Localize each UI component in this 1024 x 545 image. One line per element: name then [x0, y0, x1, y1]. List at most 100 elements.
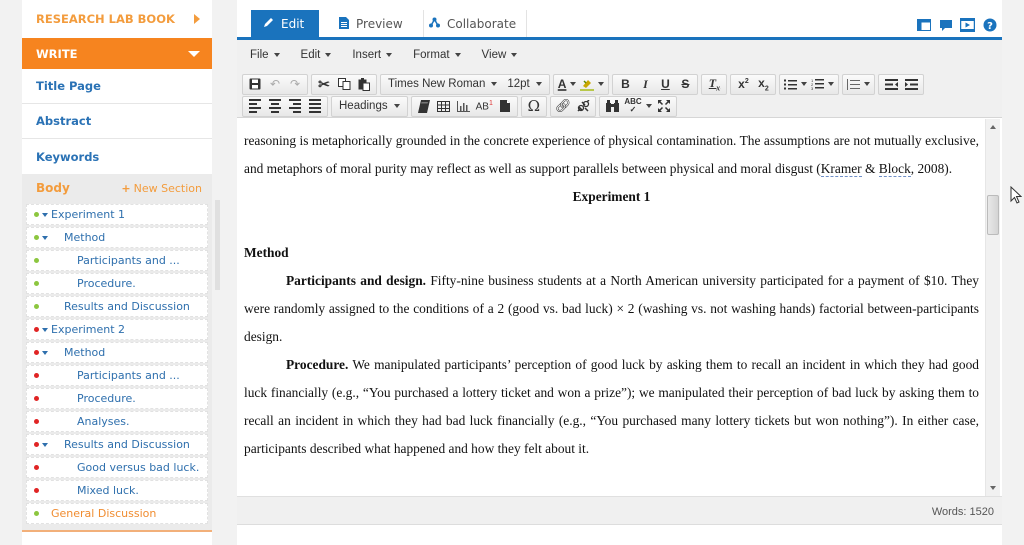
font-size-select[interactable]: 12pt: [502, 75, 546, 94]
scroll-down-icon[interactable]: [990, 486, 996, 490]
fullscreen-button[interactable]: [654, 97, 674, 116]
cut-button[interactable]: ✂: [314, 75, 334, 94]
chevron-down-icon: [188, 50, 200, 57]
outline-item[interactable]: Good versus bad luck.: [26, 457, 208, 478]
align-right-button[interactable]: [285, 97, 305, 116]
align-center-button[interactable]: [265, 97, 285, 116]
unlink-button[interactable]: [573, 97, 593, 116]
highlight-color-button[interactable]: [578, 75, 606, 94]
numbered-list-button[interactable]: 123: [809, 75, 836, 94]
insert-chart-button[interactable]: [454, 97, 474, 116]
heading-experiment-1: Experiment 1: [572, 189, 651, 204]
indent-button[interactable]: [901, 75, 921, 94]
special-character-button[interactable]: Ω: [524, 97, 544, 116]
outline-item[interactable]: Procedure.: [26, 388, 208, 409]
scrollbar-thumb[interactable]: [987, 195, 999, 235]
paste-button[interactable]: [354, 75, 374, 94]
caret-down-icon: [645, 104, 652, 108]
editor-panel: Edit Preview Collaborate ? File Edit Ins…: [237, 0, 1002, 545]
pencil-icon: [263, 17, 274, 31]
write-section-header[interactable]: WRITE: [22, 38, 212, 69]
menu-format[interactable]: Format: [413, 49, 461, 61]
bullet-list-button[interactable]: [782, 75, 809, 94]
menu-view[interactable]: View: [482, 49, 518, 61]
formatting-toolbar: ↶ ↷ ✂ Times New Roman 12pt A B I U S Tx …: [237, 70, 1002, 118]
caret-down-icon: [864, 82, 871, 86]
outline-item[interactable]: Analyses.: [26, 411, 208, 432]
document-scrollbar[interactable]: [985, 119, 1000, 496]
sidebar-scrollbar[interactable]: [215, 200, 220, 290]
spellcheck-button[interactable]: ABC ✓: [622, 97, 653, 116]
insert-footnote-button[interactable]: AB1: [474, 97, 495, 116]
tab-preview[interactable]: Preview: [327, 10, 415, 38]
sidebar-item-title-page[interactable]: Title Page: [22, 69, 212, 104]
italic-button[interactable]: I: [635, 75, 655, 94]
status-dot-green-icon: [34, 235, 39, 240]
status-dot-red-icon: [34, 488, 39, 493]
outline-item[interactable]: Experiment 2: [26, 319, 208, 340]
video-icon[interactable]: [960, 18, 975, 32]
undo-button[interactable]: ↶: [265, 75, 285, 94]
subscript-button[interactable]: x2: [753, 75, 773, 94]
comment-icon[interactable]: [938, 18, 953, 32]
menu-insert[interactable]: Insert: [352, 49, 393, 61]
expand-caret-icon[interactable]: [42, 328, 48, 332]
expand-caret-icon[interactable]: [42, 443, 48, 447]
outline-item[interactable]: Results and Discussion: [26, 296, 208, 317]
insert-link-button[interactable]: 🔗︎: [553, 97, 574, 116]
scroll-up-icon[interactable]: [990, 125, 996, 129]
redo-button[interactable]: ↷: [285, 75, 305, 94]
outline-item[interactable]: Experiment 1: [26, 204, 208, 225]
outline-item-label: Participants and ...: [77, 254, 180, 267]
tab-edit[interactable]: Edit: [251, 10, 319, 38]
outline-item[interactable]: Mixed luck.: [26, 480, 208, 501]
headings-select[interactable]: Headings: [334, 97, 405, 116]
find-replace-button[interactable]: [602, 97, 622, 116]
status-dot-red-icon: [34, 373, 39, 378]
save-button[interactable]: [245, 75, 265, 94]
paragraph-procedure: Procedure. We manipulated participants’ …: [244, 351, 979, 463]
text-color-button[interactable]: A: [556, 75, 579, 94]
font-family-select[interactable]: Times New Roman: [383, 75, 502, 94]
underline-button[interactable]: U: [655, 75, 675, 94]
align-justify-button[interactable]: [305, 97, 325, 116]
citation-author-1[interactable]: Kramer: [820, 161, 862, 177]
align-left-button[interactable]: [245, 97, 265, 116]
clear-formatting-button[interactable]: Tx: [704, 75, 724, 94]
sidebar-item-abstract[interactable]: Abstract: [22, 104, 212, 139]
research-lab-book-link[interactable]: RESEARCH LAB BOOK: [22, 0, 212, 38]
copy-button[interactable]: [334, 75, 354, 94]
insert-table-button[interactable]: [434, 97, 454, 116]
strikethrough-icon: S: [681, 77, 690, 91]
body-label[interactable]: Body: [36, 181, 70, 195]
menu-file[interactable]: File: [250, 49, 280, 61]
bold-button[interactable]: B: [615, 75, 635, 94]
insert-citation-button[interactable]: [414, 97, 434, 116]
outline-item[interactable]: Method: [26, 227, 208, 248]
outline-item[interactable]: Procedure.: [26, 273, 208, 294]
expand-caret-icon[interactable]: [42, 213, 48, 217]
expand-caret-icon[interactable]: [42, 351, 48, 355]
layout-icon[interactable]: [916, 18, 931, 32]
expand-caret-icon[interactable]: [42, 236, 48, 240]
citation-author-2[interactable]: Block: [878, 161, 911, 177]
fullscreen-icon: [657, 100, 670, 112]
tab-collaborate[interactable]: Collaborate: [417, 10, 528, 38]
strikethrough-button[interactable]: S: [675, 75, 695, 94]
insert-document-button[interactable]: [495, 97, 515, 116]
outline-item[interactable]: Results and Discussion: [26, 434, 208, 455]
help-icon[interactable]: ?: [982, 18, 997, 32]
superscript-button[interactable]: x2: [733, 75, 753, 94]
outline-item[interactable]: General Discussion: [26, 503, 208, 524]
line-height-button[interactable]: [845, 75, 872, 94]
outline-item[interactable]: Participants and ...: [26, 250, 208, 271]
outdent-button[interactable]: [881, 75, 901, 94]
sidebar-item-keywords[interactable]: Keywords: [22, 139, 212, 174]
menu-format-label: Format: [413, 49, 450, 61]
outline-item[interactable]: Participants and ...: [26, 365, 208, 386]
new-section-button[interactable]: + New Section: [121, 182, 202, 195]
tab-collaborate-label: Collaborate: [447, 17, 517, 31]
outline-item[interactable]: Method: [26, 342, 208, 363]
menu-edit[interactable]: Edit: [301, 49, 332, 61]
document-editor[interactable]: reasoning is metaphorically grounded in …: [237, 119, 985, 496]
